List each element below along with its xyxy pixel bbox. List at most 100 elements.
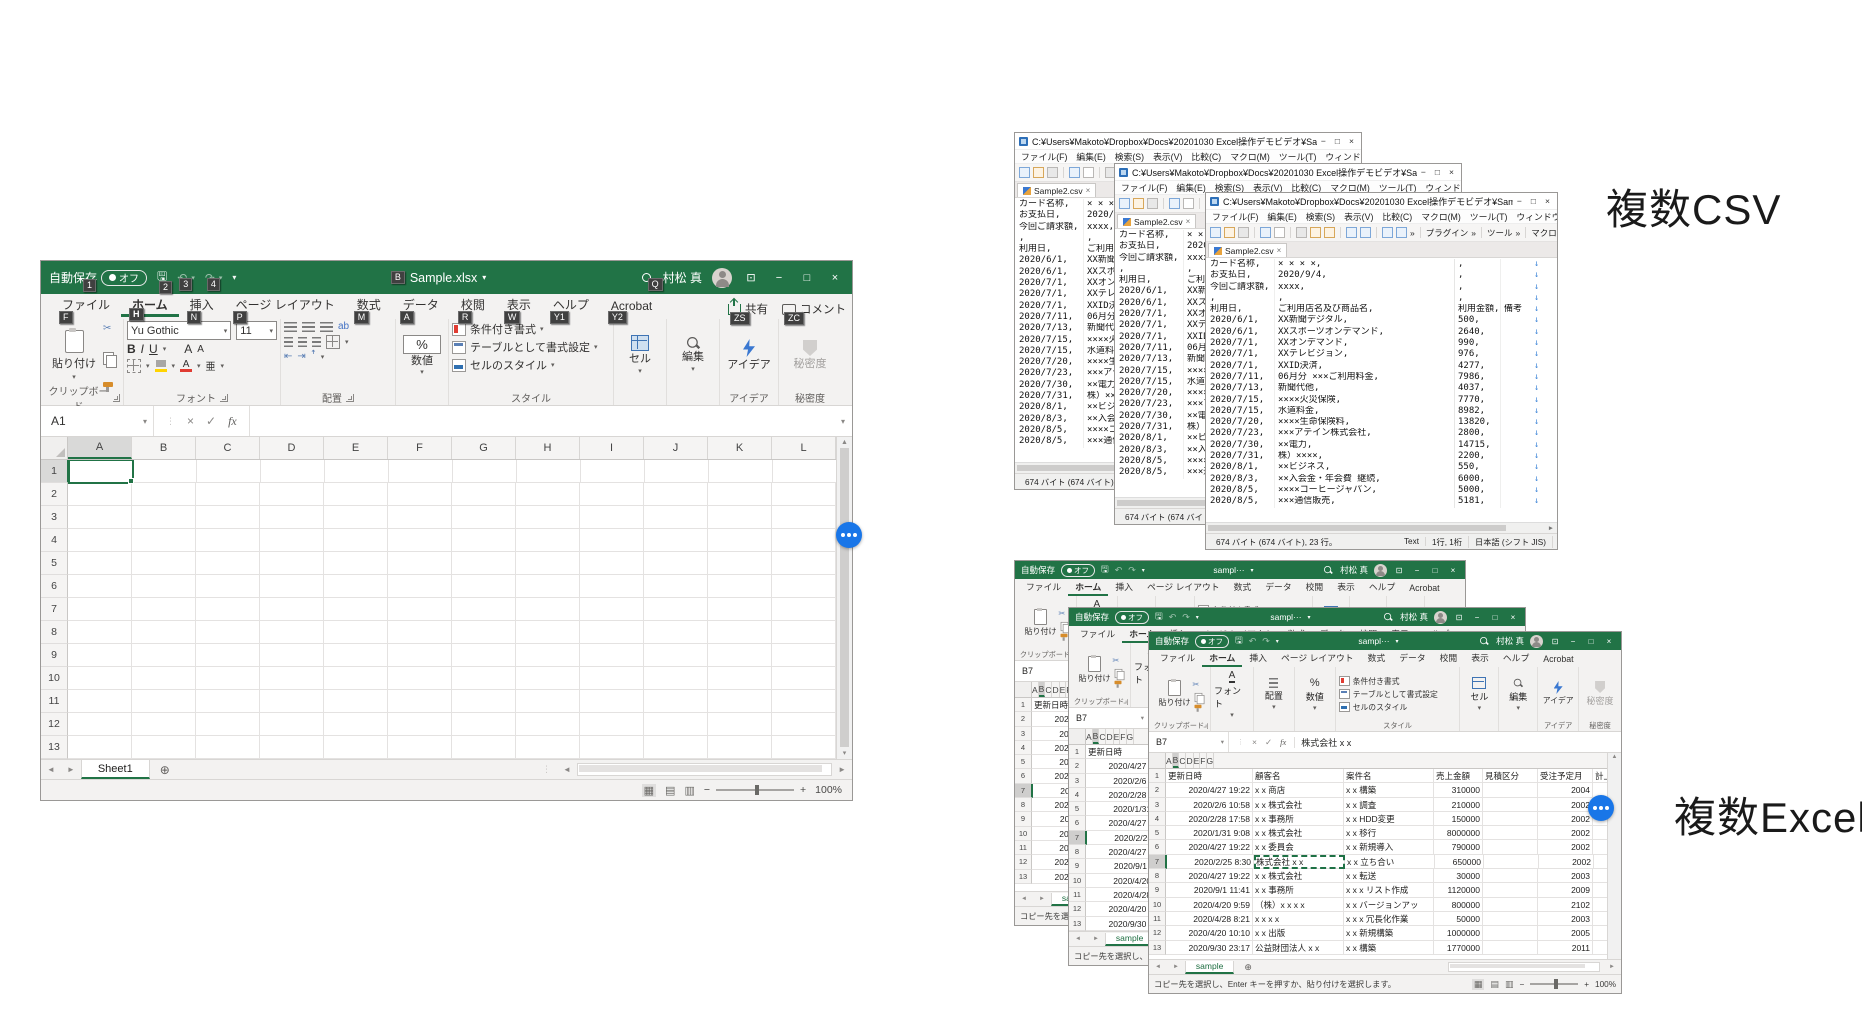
select-all-corner[interactable] — [1069, 729, 1086, 744]
splitter-icon[interactable]: ⋮ — [542, 764, 557, 775]
cell[interactable] — [388, 506, 452, 529]
print-icon[interactable] — [1069, 167, 1080, 178]
cell[interactable] — [260, 575, 324, 598]
ribbon-tab[interactable]: 数式 — [1361, 649, 1393, 667]
cell[interactable] — [580, 506, 644, 529]
percent-style-button[interactable]: % — [403, 335, 441, 354]
cell[interactable] — [772, 713, 836, 736]
editing-icon[interactable] — [686, 336, 700, 350]
cell[interactable] — [644, 529, 708, 552]
align-bottom-icon[interactable] — [320, 322, 333, 332]
autosave-pill[interactable]: オフ — [1115, 611, 1149, 624]
column-header[interactable]: H — [516, 437, 580, 459]
tab-close-icon[interactable]: × — [1277, 246, 1282, 255]
cursor-position[interactable]: 1行, 1桁 — [1426, 536, 1469, 548]
cell[interactable] — [197, 460, 261, 483]
row-header[interactable]: 13 — [41, 736, 68, 759]
cell[interactable] — [452, 552, 516, 575]
ribbon-tab[interactable]: ホーム — [1202, 649, 1242, 667]
cell-booking-month[interactable]: 20 — [1593, 826, 1607, 840]
cell[interactable] — [68, 713, 132, 736]
cell[interactable] — [452, 483, 516, 506]
row-header[interactable]: 1 — [41, 460, 69, 483]
format-painter-icon[interactable] — [1194, 705, 1201, 709]
cell[interactable] — [580, 598, 644, 621]
row-header[interactable]: 3 — [1015, 727, 1032, 741]
scroll-right-icon[interactable]: ► — [1603, 964, 1621, 970]
cell-amount[interactable]: 800000 — [1434, 898, 1483, 912]
column-header[interactable]: B — [1173, 753, 1180, 768]
column-header[interactable]: E — [324, 437, 388, 459]
ribbon-tab[interactable]: Acrobat — [1402, 581, 1446, 596]
cell-project[interactable]: x x 構築 — [1344, 941, 1434, 955]
row-header[interactable]: 10 — [1015, 827, 1032, 841]
format-painter-icon[interactable] — [103, 382, 113, 387]
tab-page-layout[interactable]: ページ レイアウトP — [225, 294, 346, 317]
scrollbar-thumb[interactable] — [1208, 525, 1506, 531]
cell[interactable] — [68, 690, 132, 713]
cell[interactable] — [516, 552, 580, 575]
ribbon-display-options-button[interactable]: ⊡ — [1393, 566, 1405, 575]
undo-icon[interactable]: ↶ — [1249, 636, 1257, 647]
column-header[interactable]: C — [1179, 753, 1186, 768]
paste-button[interactable]: 貼り付け — [1079, 656, 1111, 684]
print-icon[interactable] — [1169, 198, 1180, 209]
cell[interactable] — [708, 483, 772, 506]
cell[interactable] — [388, 598, 452, 621]
bold-button[interactable]: B — [127, 342, 136, 356]
cell-order-month[interactable]: 2004 — [1538, 783, 1593, 797]
minimize-button[interactable]: − — [1411, 566, 1423, 575]
cell-quote-class[interactable] — [1483, 783, 1538, 797]
ribbon-display-options-button[interactable]: ⊡ — [1549, 637, 1561, 646]
scroll-left-icon[interactable]: ◄ — [557, 765, 577, 774]
align-left-icon[interactable] — [284, 337, 293, 347]
cell[interactable] — [580, 667, 644, 690]
cell-amount[interactable]: 1770000 — [1434, 941, 1483, 955]
copy-icon[interactable] — [1194, 693, 1202, 702]
row-header[interactable]: 10 — [1149, 898, 1166, 912]
cell-customer[interactable]: x x 株式会社 — [1253, 869, 1344, 883]
menu-item[interactable]: ファイル(F) — [1021, 150, 1067, 163]
cell[interactable] — [516, 736, 580, 759]
tab-file[interactable]: ファイルF — [51, 294, 121, 317]
cell[interactable] — [516, 667, 580, 690]
cell[interactable] — [644, 575, 708, 598]
cell[interactable] — [452, 529, 516, 552]
ribbon-tab[interactable]: ヘルプ — [1362, 578, 1402, 596]
user-name[interactable]: 村松 真 — [1400, 611, 1428, 623]
decrease-indent-icon[interactable]: ⇤ — [284, 351, 292, 363]
search-icon[interactable] — [1383, 612, 1393, 622]
cell[interactable] — [68, 529, 132, 552]
mode-indicator[interactable]: Text — [1398, 537, 1426, 546]
cell[interactable] — [388, 713, 452, 736]
cell[interactable] — [388, 667, 452, 690]
scroll-down-icon[interactable]: ▾ — [843, 749, 847, 757]
column-header[interactable]: C — [1099, 729, 1106, 744]
align-center-icon[interactable] — [298, 337, 307, 347]
cell[interactable] — [133, 460, 197, 483]
cell[interactable] — [708, 552, 772, 575]
cell[interactable] — [580, 483, 644, 506]
insert-function-button[interactable]: fx — [1280, 737, 1286, 747]
cell[interactable] — [644, 598, 708, 621]
row-header[interactable]: 11 — [1015, 841, 1032, 855]
page-layout-view-button[interactable]: ▤ — [665, 784, 675, 797]
menu-item[interactable]: 表示(V) — [1153, 150, 1182, 163]
cell-project[interactable]: x x 転送 — [1344, 869, 1434, 883]
cell[interactable] — [132, 506, 196, 529]
minimize-button[interactable]: − — [1517, 196, 1522, 206]
minimize-button[interactable]: − — [1567, 637, 1579, 646]
cell[interactable] — [68, 506, 132, 529]
cell[interactable] — [324, 667, 388, 690]
cell[interactable] — [68, 598, 132, 621]
sensitivity-button[interactable]: 秘密度 — [1587, 694, 1614, 707]
cell-date[interactable]: 2020/4/28 8:21 — [1166, 912, 1253, 926]
column-header[interactable]: G — [1207, 753, 1215, 768]
align-right-icon[interactable] — [312, 337, 321, 347]
cell[interactable] — [644, 736, 708, 759]
select-all-corner[interactable] — [41, 437, 68, 459]
cell-project[interactable]: x x 調査 — [1344, 798, 1434, 812]
zoom-out-icon[interactable]: − — [1519, 980, 1524, 989]
cell[interactable] — [324, 483, 388, 506]
row-header[interactable]: 3 — [1069, 774, 1086, 788]
